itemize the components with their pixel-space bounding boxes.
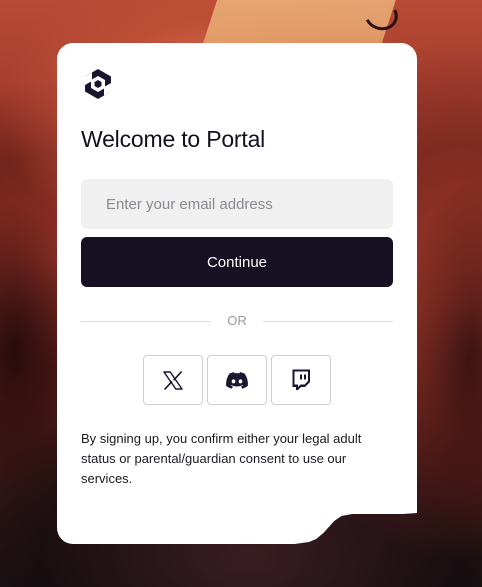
discord-login-button[interactable] — [207, 355, 267, 405]
discord-icon — [226, 371, 248, 389]
twitch-login-button[interactable] — [271, 355, 331, 405]
continue-button[interactable]: Continue — [81, 237, 393, 287]
twitch-icon — [292, 369, 310, 390]
portal-logo-icon — [85, 69, 111, 99]
x-icon — [163, 370, 183, 390]
divider-line-right — [263, 321, 393, 322]
email-input[interactable] — [81, 179, 393, 229]
page-title: Welcome to Portal — [81, 126, 266, 152]
or-divider: OR — [81, 311, 393, 331]
login-modal: Welcome to Portal Continue OR — [57, 43, 417, 544]
legal-disclaimer: By signing up, you confirm either your l… — [81, 431, 362, 486]
social-login-row — [143, 355, 331, 405]
x-login-button[interactable] — [143, 355, 203, 405]
